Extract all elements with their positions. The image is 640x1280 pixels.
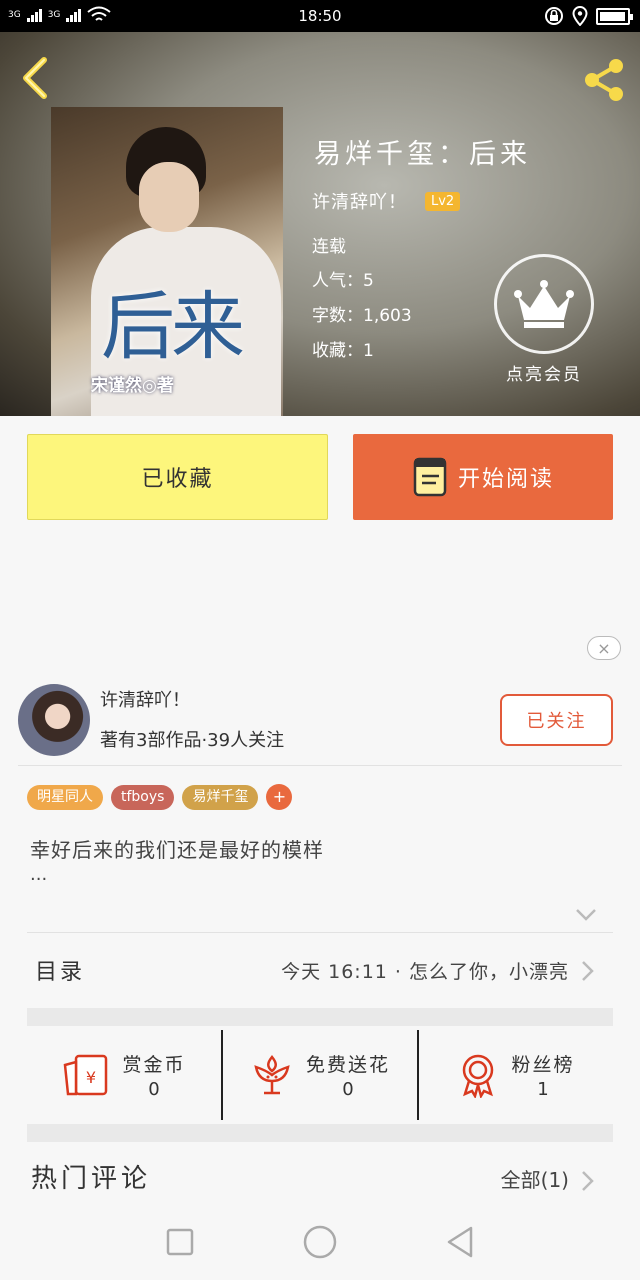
- recents-icon: [166, 1228, 194, 1256]
- author-stats: 著有3部作品·39人关注: [100, 730, 285, 751]
- status-icons: [544, 6, 633, 26]
- vip-button[interactable]: 点亮会员: [488, 254, 600, 385]
- tag-item[interactable]: 明星同人: [27, 784, 103, 810]
- free-flowers[interactable]: 免费送花 0: [221, 1030, 417, 1120]
- battery-icon: [596, 7, 633, 25]
- follow-button[interactable]: 已关注: [500, 694, 613, 746]
- level-badge: Lv2: [425, 191, 461, 211]
- ribbon-badge-icon: [463, 1054, 494, 1098]
- tag-list: 明星同人 tfboys 易烊千玺 +: [27, 784, 293, 810]
- rotation-lock-icon: [545, 7, 563, 25]
- back-icon: [447, 1226, 473, 1258]
- system-nav-bar: [0, 1204, 640, 1280]
- follow-label: 已关注: [526, 711, 587, 732]
- author-name[interactable]: 许清辞吖！: [100, 686, 190, 712]
- start-reading-label: 开始阅读: [457, 467, 554, 492]
- recents-button[interactable]: [160, 1222, 200, 1262]
- vip-label: 点亮会员: [506, 365, 582, 385]
- table-of-contents-row[interactable]: 目录 今天 16:11 · 怎么了你，小漂亮: [27, 932, 613, 1008]
- chevron-right-icon[interactable]: [581, 1170, 595, 1192]
- fan-ranking[interactable]: 粉丝榜 1: [417, 1030, 613, 1120]
- divider: [18, 765, 622, 766]
- popularity: 人气：5: [312, 271, 374, 291]
- free-flowers-value: 0: [342, 1079, 354, 1100]
- book-intro: 幸好后来的我们还是最好的模样: [30, 838, 324, 862]
- hot-comments-title: 热门评论: [31, 1164, 152, 1194]
- collected-button[interactable]: 已收藏: [27, 434, 328, 520]
- book-cover[interactable]: 后来 宋谨然◎著: [51, 107, 283, 416]
- section-separator: [27, 1124, 613, 1142]
- back-chevron-icon[interactable]: [16, 56, 56, 100]
- tag-item[interactable]: 易烊千玺: [182, 784, 259, 810]
- all-comments-link[interactable]: 全部(1): [501, 1164, 569, 1193]
- share-icon[interactable]: [580, 56, 628, 104]
- book-header: 后来 宋谨然◎著 易烊千玺：后来 许清辞吖！ Lv2 连载 人气：5 字数：1,…: [0, 32, 640, 416]
- support-stats: ¥ 赏金币 0 免费送花 0 粉丝榜 1: [27, 1030, 613, 1120]
- status-bar: 3G 3G 18:50: [0, 0, 640, 32]
- serial-status: 连载: [312, 237, 346, 257]
- latest-chapter: 今天 16:11 · 怎么了你，小漂亮: [281, 960, 569, 983]
- toc-label: 目录: [35, 960, 86, 985]
- chevron-right-icon: [582, 961, 594, 981]
- svg-text:¥: ¥: [86, 1068, 96, 1087]
- word-count: 字数：1,603: [312, 306, 412, 326]
- home-button[interactable]: [300, 1222, 340, 1262]
- tip-coins-label: 赏金币: [122, 1054, 186, 1076]
- favorites-count: 收藏：1: [312, 341, 374, 361]
- close-ad-button[interactable]: ×: [587, 636, 621, 660]
- red-envelope-icon: ¥: [64, 1054, 108, 1096]
- section-separator: [27, 1008, 613, 1026]
- cover-author: 宋谨然◎著: [91, 376, 174, 396]
- add-tag-button[interactable]: +: [266, 784, 293, 810]
- crown-icon: [514, 280, 574, 328]
- tip-coins[interactable]: ¥ 赏金币 0: [27, 1030, 221, 1120]
- free-flowers-label: 免费送花: [305, 1054, 390, 1076]
- tip-coins-value: 0: [148, 1079, 160, 1100]
- book-icon: [413, 457, 447, 497]
- book-author-row: 许清辞吖！ Lv2: [312, 188, 461, 214]
- fan-ranking-value: 1: [537, 1079, 549, 1100]
- flower-icon: [254, 1055, 290, 1095]
- home-icon: [303, 1225, 337, 1259]
- book-author-name[interactable]: 许清辞吖！: [312, 188, 407, 214]
- tag-item[interactable]: tfboys: [111, 784, 175, 810]
- chevron-down-icon[interactable]: [574, 904, 598, 924]
- location-icon: [572, 6, 588, 26]
- start-reading-button[interactable]: 开始阅读: [353, 434, 613, 520]
- collected-label: 已收藏: [141, 467, 214, 492]
- intro-ellipsis: ...: [30, 864, 48, 885]
- back-button[interactable]: [440, 1222, 480, 1262]
- hot-comments-header: 热门评论 全部(1): [27, 1150, 613, 1210]
- cover-title: 后来: [101, 284, 245, 370]
- fan-ranking-label: 粉丝榜: [511, 1054, 575, 1076]
- book-title: 易烊千玺：后来: [314, 139, 531, 170]
- author-avatar[interactable]: [18, 684, 90, 756]
